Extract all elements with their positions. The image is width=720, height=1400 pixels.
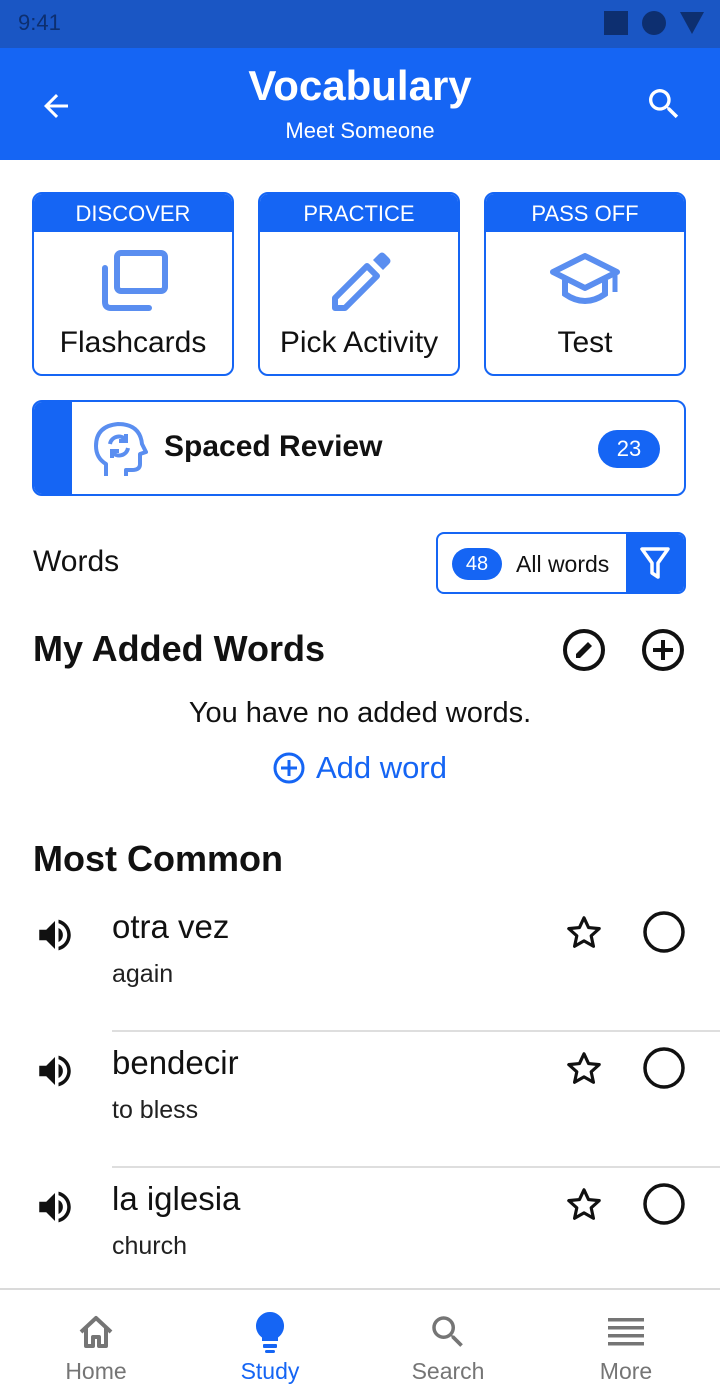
add-words-button[interactable] — [641, 628, 685, 672]
nav-item-search[interactable]: Search — [358, 1290, 538, 1400]
mode-category: PRACTICE — [260, 194, 458, 232]
nav-label: Study — [240, 1358, 300, 1384]
signal-icon — [680, 12, 704, 34]
play-sound-button[interactable] — [34, 914, 76, 961]
learned-toggle[interactable] — [642, 1182, 686, 1231]
star-icon — [567, 916, 601, 948]
lightbulb-icon — [255, 1312, 285, 1353]
app-bar: Vocabulary Meet Someone — [0, 48, 720, 160]
mode-card-flashcards[interactable]: DISCOVER Flashcards — [32, 192, 234, 376]
learned-toggle[interactable] — [642, 910, 686, 959]
spaced-review-card[interactable]: Spaced Review 23 — [32, 400, 686, 496]
bottom-nav: Home Study Search More — [0, 1288, 720, 1400]
add-circle-icon — [642, 629, 684, 671]
add-circle-icon — [273, 752, 305, 784]
speaker-icon — [39, 919, 71, 951]
play-sound-button[interactable] — [34, 1186, 76, 1233]
list-item[interactable]: otra vez again — [0, 896, 720, 1032]
add-word-link[interactable]: Add word — [272, 750, 447, 786]
search-icon — [649, 89, 679, 119]
graduation-cap-icon — [550, 253, 620, 304]
pencil-icon — [332, 252, 391, 311]
edit-icon — [563, 629, 605, 671]
word-count-badge: 48 — [452, 548, 502, 580]
word-definition: church — [112, 1232, 188, 1260]
learned-toggle[interactable] — [642, 1046, 686, 1095]
circle-icon — [643, 911, 685, 953]
mode-category: PASS OFF — [486, 194, 684, 232]
status-time: 9:41 — [18, 10, 61, 35]
mode-label: Test — [557, 326, 613, 359]
cards-icon — [102, 250, 168, 311]
status-icons — [604, 11, 704, 35]
list-item[interactable]: bendecir to bless — [0, 1032, 720, 1168]
list-item[interactable]: la iglesia church — [0, 1168, 720, 1304]
filter-icon — [640, 547, 670, 579]
speaker-icon — [39, 1055, 71, 1087]
status-bar: 9:41 — [0, 0, 720, 48]
nav-item-home[interactable]: Home — [6, 1290, 186, 1400]
home-icon — [79, 1316, 113, 1348]
favorite-button[interactable] — [563, 1048, 605, 1095]
play-sound-button[interactable] — [34, 1050, 76, 1097]
mode-label: Flashcards — [59, 326, 207, 359]
my-added-words-title: My Added Words — [33, 628, 326, 669]
head-refresh-icon — [94, 422, 148, 476]
favorite-button[interactable] — [563, 912, 605, 959]
nav-item-study[interactable]: Study — [180, 1290, 360, 1400]
word-term: la iglesia — [112, 1180, 241, 1217]
star-icon — [567, 1188, 601, 1220]
review-accent-strip — [34, 402, 72, 494]
page-subtitle: Meet Someone — [285, 118, 435, 143]
recent-apps-icon — [604, 11, 628, 35]
most-common-title: Most Common — [33, 838, 283, 879]
add-word-label: Add word — [316, 750, 447, 785]
word-definition: again — [112, 960, 174, 988]
speaker-icon — [39, 1191, 71, 1223]
circle-icon — [643, 1047, 685, 1089]
words-label: Words — [33, 545, 120, 578]
mode-label: Pick Activity — [279, 326, 439, 359]
filter-button[interactable] — [626, 534, 684, 592]
circle-icon — [643, 1183, 685, 1225]
menu-icon — [608, 1318, 644, 1346]
search-icon — [432, 1316, 463, 1347]
search-button[interactable] — [636, 76, 692, 132]
word-term: otra vez — [112, 908, 230, 945]
star-icon — [567, 1052, 601, 1084]
review-count-badge: 23 — [598, 430, 660, 468]
word-term: bendecir — [112, 1044, 239, 1081]
favorite-button[interactable] — [563, 1184, 605, 1231]
nav-label: Home — [65, 1358, 127, 1384]
filter-label: All words — [516, 551, 610, 577]
empty-words-message: You have no added words. — [188, 697, 532, 729]
mode-card-pick-activity[interactable]: PRACTICE Pick Activity — [258, 192, 460, 376]
mode-category: DISCOVER — [34, 194, 232, 232]
spaced-review-label: Spaced Review — [164, 430, 383, 463]
mode-card-test[interactable]: PASS OFF Test — [484, 192, 686, 376]
nav-label: More — [599, 1358, 653, 1384]
word-definition: to bless — [112, 1096, 199, 1124]
nav-label: Search — [411, 1358, 485, 1384]
page-title: Vocabulary — [248, 62, 472, 109]
home-circle-icon — [642, 11, 666, 35]
nav-item-more[interactable]: More — [536, 1290, 716, 1400]
edit-words-button[interactable] — [562, 628, 606, 672]
word-filter[interactable]: 48 All words — [436, 532, 686, 594]
